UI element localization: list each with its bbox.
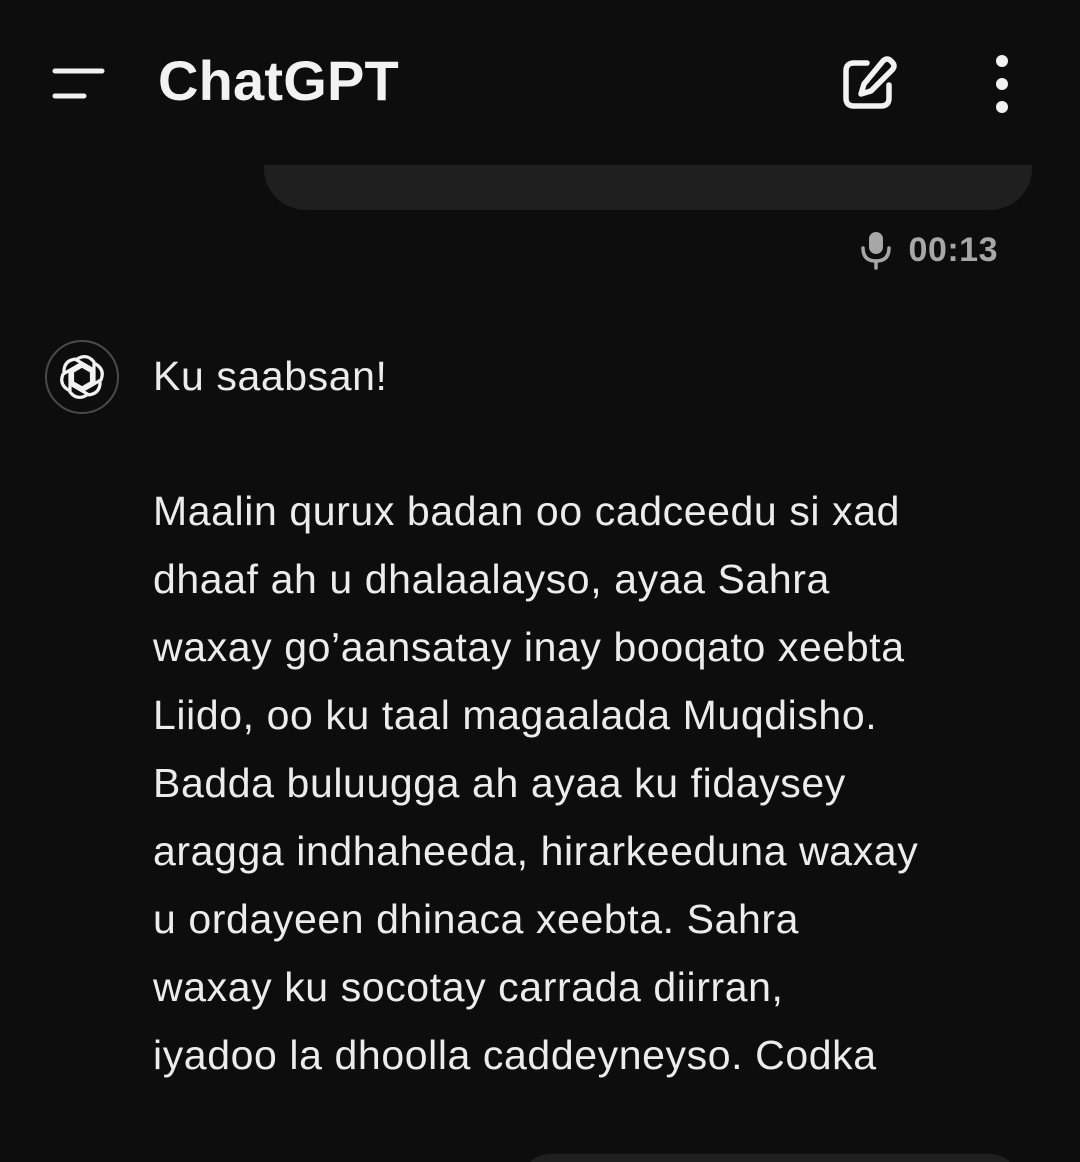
openai-logo-icon — [60, 355, 104, 399]
message-line: iyadoo la dhoolla caddeyneyso. Codka — [153, 1032, 877, 1078]
more-options-button[interactable] — [974, 52, 1030, 116]
voice-message-meta: 00:13 — [859, 228, 998, 272]
chat-screen: ChatGPT 00:13 Ku saabsan! Maalin qurux b… — [0, 0, 1080, 1162]
message-line: waxay ku socotay carrada diirran, — [153, 964, 784, 1010]
menu-lines-icon — [52, 68, 105, 99]
menu-button[interactable] — [44, 55, 114, 111]
voice-duration: 00:13 — [908, 230, 998, 269]
assistant-body: Maalin qurux badan oo cadceedu si xad dh… — [153, 477, 1033, 1089]
assistant-greeting: Ku saabsan! — [153, 353, 388, 399]
app-title: ChatGPT — [158, 49, 399, 112]
edit-pencil-icon — [843, 56, 897, 109]
message-line: u ordayeen dhinaca xeebta. Sahra — [153, 896, 800, 942]
microphone-icon — [860, 232, 891, 270]
message-line: Liido, oo ku taal magaalada Muqdisho. — [153, 692, 878, 738]
top-bar: ChatGPT — [0, 0, 1080, 165]
message-line: waxay go’aansatay inay booqato xeebta — [153, 624, 905, 670]
message-line: dhaaf ah u dhalaalayso, ayaa Sahra — [153, 556, 830, 602]
message-line: Maalin qurux badan oo cadceedu si xad — [153, 488, 901, 534]
assistant-message: Ku saabsan! Maalin qurux badan oo cadcee… — [153, 342, 1033, 1089]
message-line: aragga indhaheeda, hirarkeeduna waxay — [153, 828, 919, 874]
more-vertical-icon — [996, 55, 1008, 113]
new-chat-button[interactable] — [836, 52, 900, 116]
next-message-bubble — [520, 1154, 1020, 1162]
assistant-avatar — [45, 340, 119, 414]
message-line: Badda buluugga ah ayaa ku fidaysey — [153, 760, 846, 806]
